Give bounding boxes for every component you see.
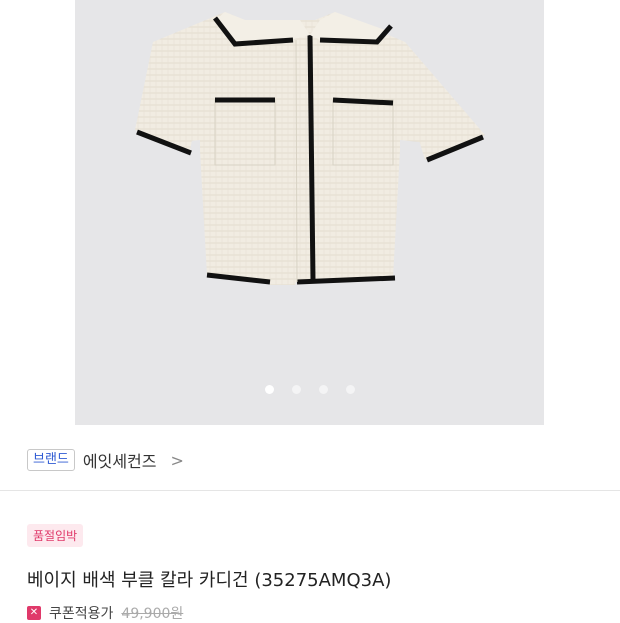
- carousel-dots: [75, 385, 544, 394]
- status-badge: 품절임박: [27, 524, 84, 547]
- coupon-icon: ✕: [27, 606, 41, 620]
- brand-link[interactable]: 브랜드 에잇세컨즈 >: [27, 448, 184, 472]
- product-title: 베이지 배색 부클 칼라 카디건 (35275AMQ3A): [27, 570, 392, 591]
- cardigan-image: [135, 12, 485, 285]
- carousel-dot[interactable]: [264, 385, 274, 394]
- price-row: ✕ 쿠폰적용가 49,900원: [27, 603, 183, 623]
- original-price: 49,900원: [121, 606, 184, 622]
- product-image-gallery[interactable]: [75, 0, 544, 425]
- brand-name[interactable]: 에잇세컨즈: [83, 448, 157, 472]
- coupon-price-label: 쿠폰적용가: [49, 606, 114, 622]
- carousel-dot[interactable]: [345, 385, 355, 394]
- chevron-right-icon: >: [170, 450, 184, 470]
- carousel-dot[interactable]: [291, 385, 301, 394]
- carousel-dot[interactable]: [318, 385, 328, 394]
- divider: [0, 490, 620, 491]
- brand-tag: 브랜드: [27, 449, 75, 471]
